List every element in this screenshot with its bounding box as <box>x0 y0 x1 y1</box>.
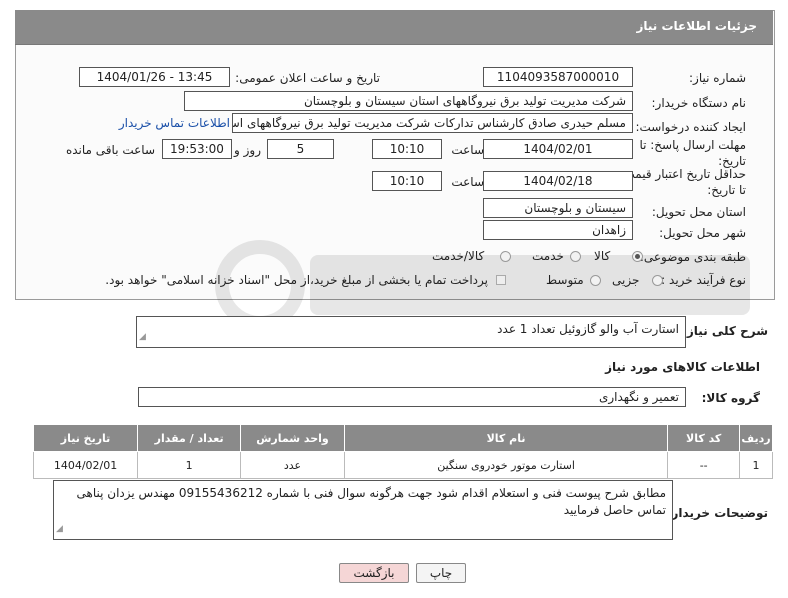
cell-qty: 1 <box>137 451 242 479</box>
panel-header: جزئیات اطلاعات نیاز <box>15 10 773 45</box>
category-label: طبقه بندی موضوعی: <box>639 250 746 264</box>
summary-text: استارت آب والو گازوئیل تعداد 1 عدد <box>497 322 679 336</box>
creator-field[interactable]: مسلم حیدری صادق کارشناس تدارکات شرکت مدی… <box>232 113 633 133</box>
province-field[interactable]: سیستان و بلوچستان <box>483 198 633 218</box>
announce-label: تاریخ و ساعت اعلان عمومی: <box>235 71 380 85</box>
remaining-time-field[interactable]: 19:53:00 <box>162 139 232 159</box>
city-label: شهر محل تحویل: <box>659 226 746 240</box>
category-radio-goods[interactable] <box>632 251 643 262</box>
deadline-time-field[interactable]: 10:10 <box>372 139 442 159</box>
cell-row: 1 <box>739 451 773 479</box>
cell-code: -- <box>667 451 741 479</box>
items-table: ردیف کد کالا نام کالا واحد شمارش تعداد /… <box>32 424 773 479</box>
category-option-service: خدمت <box>532 249 564 263</box>
items-header-row: ردیف کد کالا نام کالا واحد شمارش تعداد /… <box>32 424 773 452</box>
validity-label: حداقل تاریخ اعتبار قیمت: تا تاریخ: <box>619 167 746 197</box>
buyer-notes-label: توضیحات خریدار: <box>666 506 768 520</box>
deadline-date-field[interactable]: 1404/02/01 <box>483 139 633 159</box>
category-option-goods: کالا <box>594 249 611 263</box>
days-field[interactable]: 5 <box>267 139 334 159</box>
resize-grip-icon: ◢ <box>139 332 146 342</box>
cell-date: 1404/02/01 <box>32 451 139 479</box>
process-option-medium: متوسط <box>546 273 584 287</box>
payment-note: پرداخت تمام یا بخشی از مبلغ خرید،از محل … <box>105 273 488 287</box>
back-button[interactable]: بازگشت <box>339 563 409 583</box>
process-option-minor: جزیی <box>612 273 640 287</box>
goods-group-field[interactable]: تعمیر و نگهداری <box>138 387 686 407</box>
announce-field[interactable]: 1404/01/26 - 13:45 <box>79 67 230 87</box>
col-code: کد کالا <box>667 424 741 452</box>
col-qty: تعداد / مقدار <box>137 424 242 452</box>
process-radio-medium[interactable] <box>590 275 601 286</box>
category-radio-goods-service[interactable] <box>500 251 511 262</box>
process-label: نوع فرآیند خرید : <box>661 273 746 287</box>
buyer-notes-textarea[interactable]: مطابق شرح پیوست فنی و استعلام اقدام شود … <box>53 480 673 540</box>
col-row: ردیف <box>739 424 773 452</box>
contact-link[interactable]: اطلاعات تماس خریدار <box>119 116 230 130</box>
cell-name: استارت موتور خودروی سنگین <box>343 451 669 479</box>
table-row[interactable]: 1 -- استارت موتور خودروی سنگین عدد 1 140… <box>32 451 773 479</box>
buyer-org-label: نام دستگاه خریدار: <box>651 96 747 110</box>
process-radio-minor[interactable] <box>652 275 663 286</box>
resize-grip-icon: ◢ <box>56 524 63 534</box>
deadline-label: مهلت ارسال پاسخ: تا تاریخ: <box>639 138 746 168</box>
deadline-time-label: ساعت <box>451 143 484 157</box>
validity-date-field[interactable]: 1404/02/18 <box>483 171 633 191</box>
payment-checkbox[interactable] <box>496 275 506 285</box>
summary-label: شرح کلی نیاز: <box>682 324 768 338</box>
goods-section-title: اطلاعات کالاهای مورد نیاز <box>605 360 760 374</box>
panel-title: جزئیات اطلاعات نیاز <box>636 19 757 33</box>
goods-group-label: گروه کالا: <box>701 391 760 405</box>
col-date: تاریخ نیاز <box>32 424 139 452</box>
validity-time-field[interactable]: 10:10 <box>372 171 442 191</box>
city-field[interactable]: زاهدان <box>483 220 633 240</box>
need-number-field[interactable]: 1104093587000010 <box>483 67 633 87</box>
col-unit: واحد شمارش <box>240 424 345 452</box>
creator-label: ایجاد کننده درخواست: <box>635 120 746 134</box>
days-label: روز و <box>234 143 261 157</box>
summary-textarea[interactable]: استارت آب والو گازوئیل تعداد 1 عدد ◢ <box>136 316 686 348</box>
buyer-notes-text: مطابق شرح پیوست فنی و استعلام اقدام شود … <box>76 486 667 517</box>
category-option-goods-service: کالا/خدمت <box>432 249 485 263</box>
col-name: نام کالا <box>343 424 669 452</box>
validity-time-label: ساعت <box>451 175 484 189</box>
print-button[interactable]: چاپ <box>416 563 466 583</box>
category-radio-service[interactable] <box>570 251 581 262</box>
need-number-label: شماره نیاز: <box>689 71 746 85</box>
province-label: استان محل تحویل: <box>651 205 746 219</box>
buyer-org-field[interactable]: شرکت مدیریت تولید برق نیروگاههای استان س… <box>184 91 633 111</box>
cell-unit: عدد <box>240 451 345 479</box>
remaining-label: ساعت باقی مانده <box>65 143 155 157</box>
